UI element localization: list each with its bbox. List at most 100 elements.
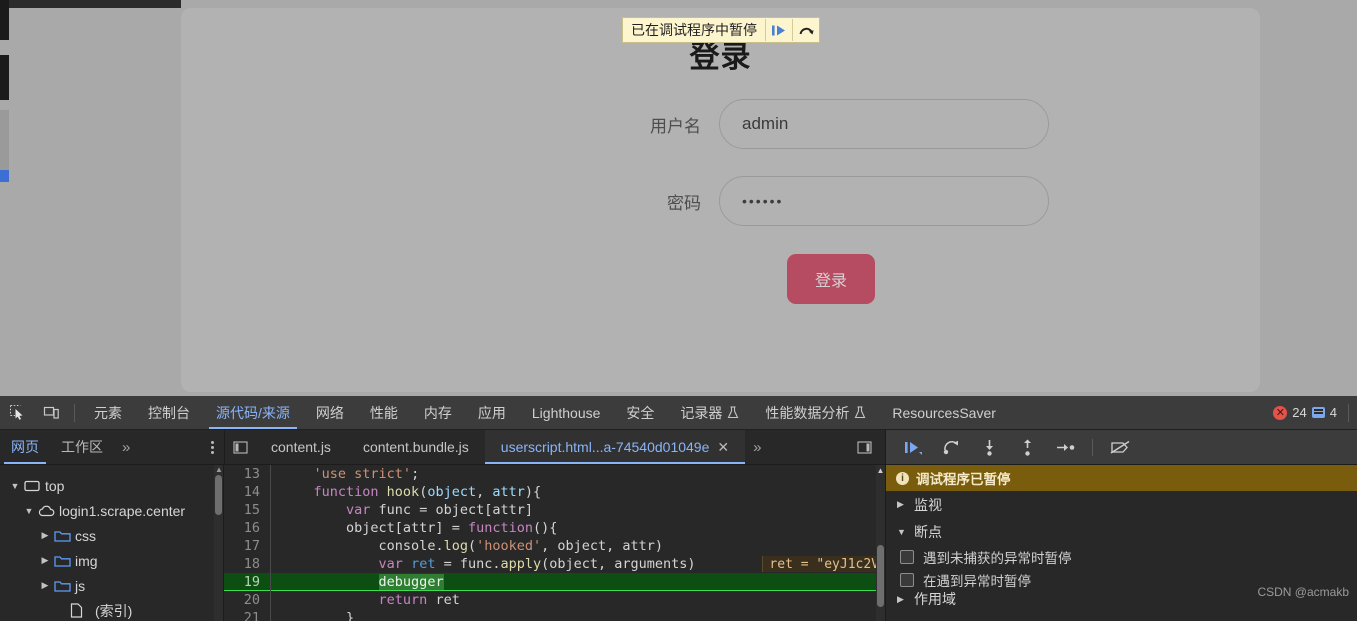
tree-item-label: css — [75, 527, 96, 544]
code-line-current[interactable]: 19 debugger — [224, 573, 885, 591]
toggle-debugger-pane-button[interactable] — [849, 430, 879, 464]
line-number[interactable]: 21 — [224, 610, 270, 621]
login-button[interactable]: 登录 — [787, 254, 875, 304]
code-line[interactable]: 21 } — [224, 609, 885, 621]
tree-item-js[interactable]: ▶ js — [0, 573, 223, 598]
tab-application[interactable]: 应用 — [465, 396, 519, 429]
nav-tab-page[interactable]: 网页 — [0, 430, 50, 464]
chevron-right-icon[interactable]: ▶ — [897, 594, 906, 605]
scroll-up-icon: ▲ — [215, 465, 223, 474]
nav-tab-workspace[interactable]: 工作区 — [50, 430, 114, 464]
banner-resume-button[interactable] — [765, 19, 792, 41]
tab-performance-insights[interactable]: 性能数据分析 — [752, 396, 879, 429]
step-over-icon — [943, 440, 958, 455]
panel-left-icon — [232, 440, 248, 454]
chevron-right-icon[interactable]: ▶ — [897, 499, 906, 510]
code-line[interactable]: 15 var func = object[attr] — [224, 501, 885, 519]
tab-network[interactable]: 网络 — [303, 396, 357, 429]
username-input[interactable]: admin — [719, 99, 1049, 149]
tab-performance[interactable]: 性能 — [357, 396, 411, 429]
chevron-down-icon[interactable]: ▼ — [22, 506, 36, 516]
inspect-element-button[interactable] — [0, 396, 34, 429]
banner-step-over-button[interactable] — [792, 19, 819, 41]
code-line[interactable]: 18 var ret = func.apply(object, argument… — [224, 555, 885, 573]
line-number[interactable]: 18 — [224, 556, 270, 572]
deactivate-breakpoints-button[interactable] — [1109, 436, 1131, 458]
step-over-icon — [799, 27, 814, 34]
code-line[interactable]: 13 'use strict'; — [224, 465, 885, 483]
line-number[interactable]: 17 — [224, 538, 270, 554]
tab-recorder[interactable]: 记录器 — [667, 396, 752, 429]
code-line[interactable]: 17 console.log('hooked', object, attr) — [224, 537, 885, 555]
code-text: } — [279, 610, 885, 621]
step-into-button[interactable] — [978, 436, 1000, 458]
message-badge[interactable]: 4 — [1311, 405, 1337, 420]
chevron-down-icon[interactable]: ▼ — [897, 527, 906, 537]
line-number[interactable]: 13 — [224, 466, 270, 482]
pause-on-exceptions-checkbox[interactable] — [900, 572, 914, 587]
nav-overflow-button[interactable]: » — [114, 439, 138, 456]
code-line[interactable]: 16 object[attr] = function(){ — [224, 519, 885, 537]
kebab-icon — [210, 445, 214, 449]
code-token: 'use strict' — [313, 466, 412, 482]
chevron-right-icon[interactable]: ▶ — [38, 555, 52, 566]
scrollbar-thumb[interactable] — [215, 475, 222, 515]
code-line[interactable]: 20 return ret — [224, 591, 885, 609]
tab-lighthouse[interactable]: Lighthouse — [519, 396, 614, 429]
step-button[interactable] — [1054, 436, 1076, 458]
tab-resources-saver[interactable]: ResourcesSaver — [879, 396, 1009, 429]
window-left-edge — [0, 0, 9, 396]
section-watch[interactable]: ▶ 监视 — [886, 491, 1357, 518]
scrollbar-thumb[interactable] — [877, 545, 884, 607]
code-token: object — [427, 484, 477, 500]
file-tab-label: content.bundle.js — [362, 439, 469, 455]
tab-elements[interactable]: 元素 — [81, 396, 135, 429]
pause-on-uncaught-exceptions-row[interactable]: 遇到未捕获的异常时暂停 — [886, 545, 1357, 568]
line-number[interactable]: 15 — [224, 502, 270, 518]
toggle-navigator-button[interactable] — [225, 430, 255, 464]
step-over-button[interactable] — [940, 436, 962, 458]
code-line[interactable]: 14 function hook(object, attr){ — [224, 483, 885, 501]
navigator-scrollbar[interactable]: ▲ — [214, 465, 223, 621]
device-toolbar-icon — [43, 406, 59, 419]
line-number[interactable]: 14 — [224, 484, 270, 500]
tab-security[interactable]: 安全 — [613, 396, 667, 429]
tab-sources[interactable]: 源代码/来源 — [203, 396, 303, 429]
password-input[interactable]: •••••• — [719, 176, 1049, 226]
file-tab-userscript-html[interactable]: userscript.html...a-74540d01049e ✕ — [484, 430, 746, 464]
tree-item-top[interactable]: ▼ top — [0, 473, 223, 498]
file-tab-content-bundle-js[interactable]: content.bundle.js — [347, 430, 485, 464]
tree-item-index[interactable]: (索引) — [0, 598, 223, 621]
code-token: 'hooked' — [476, 538, 542, 554]
tree-item-login1-scrape-center[interactable]: ▼ login1.scrape.center — [0, 498, 223, 523]
line-number[interactable]: 20 — [224, 592, 270, 608]
line-number[interactable]: 19 — [224, 574, 270, 590]
error-icon: ✕ — [1273, 405, 1288, 420]
step-out-button[interactable] — [1016, 436, 1038, 458]
chevron-right-icon[interactable]: ▶ — [38, 530, 52, 541]
info-icon: i — [896, 471, 909, 485]
tab-console[interactable]: 控制台 — [135, 396, 203, 429]
gutter-edge — [270, 483, 279, 501]
chevron-down-icon[interactable]: ▼ — [8, 481, 22, 491]
tab-memory[interactable]: 内存 — [411, 396, 465, 429]
device-toolbar-button[interactable] — [34, 396, 68, 429]
tree-item-img[interactable]: ▶ img — [0, 548, 223, 573]
error-badge[interactable]: ✕ 24 — [1273, 405, 1307, 420]
file-tab-content-js[interactable]: content.js — [255, 430, 347, 464]
navigator-more-options-button[interactable] — [200, 445, 224, 449]
chevron-right-icon[interactable]: ▶ — [38, 580, 52, 591]
paused-status-text: 调试程序已暂停 — [916, 472, 1011, 487]
tab-label: 元素 — [94, 404, 122, 421]
section-breakpoints[interactable]: ▼ 断点 — [886, 518, 1357, 545]
file-tabs-overflow-button[interactable]: » — [745, 430, 769, 464]
tree-item-label: (索引) — [95, 602, 133, 619]
editor-scrollbar[interactable]: ▲ — [876, 465, 885, 621]
code-editor[interactable]: 13 'use strict'; 14 function hook(object,… — [224, 465, 885, 621]
pause-on-uncaught-exceptions-checkbox[interactable] — [900, 549, 914, 564]
tree-item-css[interactable]: ▶ css — [0, 523, 223, 548]
code-token: console. — [378, 538, 444, 554]
line-number[interactable]: 16 — [224, 520, 270, 536]
close-icon[interactable]: ✕ — [717, 439, 729, 456]
resume-button[interactable] — [902, 436, 924, 458]
